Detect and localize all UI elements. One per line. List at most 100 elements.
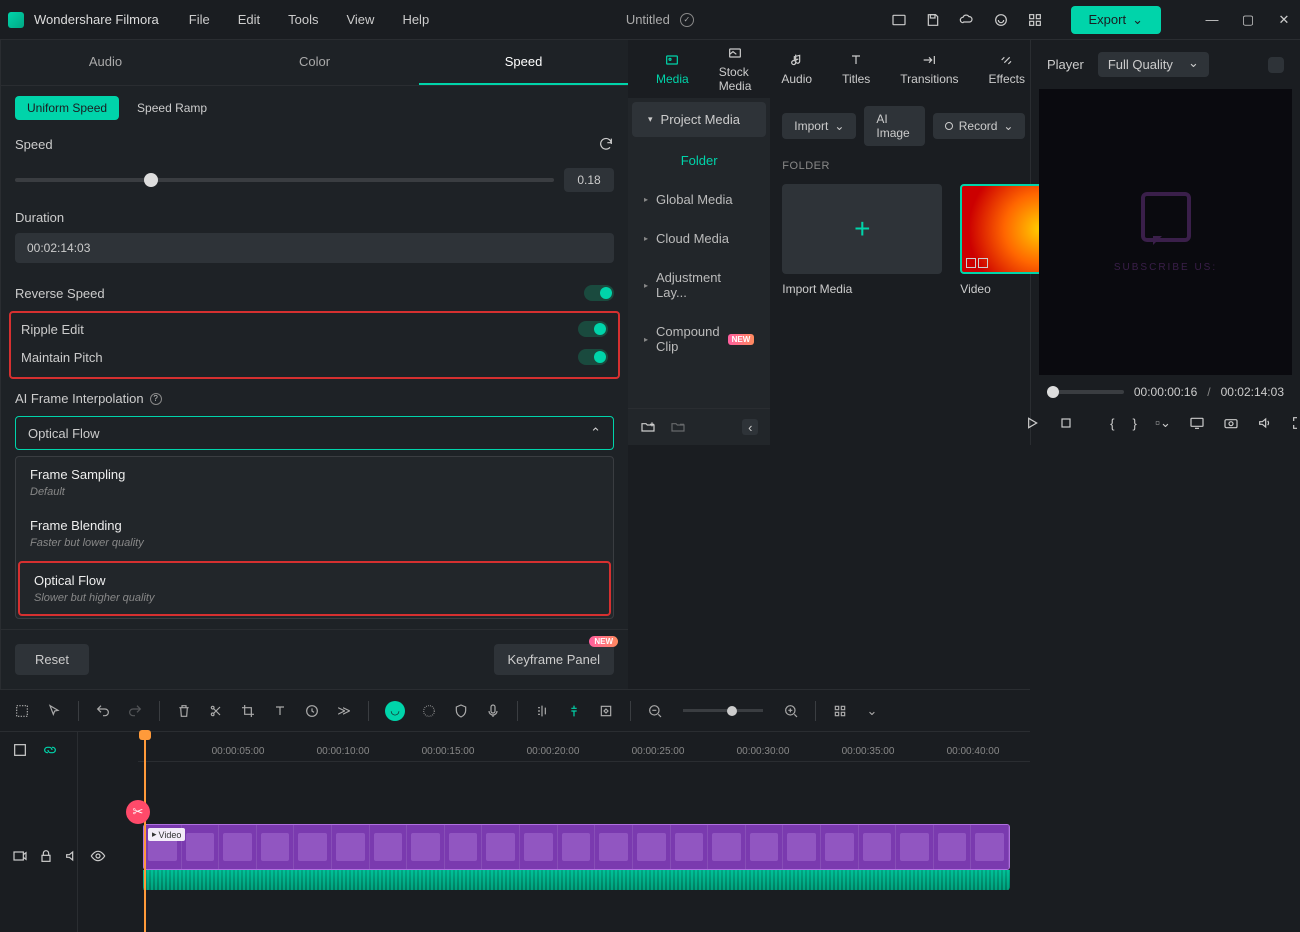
close-icon[interactable]: ✕ [1276, 12, 1292, 28]
ai-image-button[interactable]: AI Image [864, 106, 924, 146]
tab-color[interactable]: Color [210, 40, 419, 85]
marker-icon[interactable] [566, 703, 582, 719]
more-tools-icon[interactable]: ≫ [336, 703, 352, 719]
sidebar-item-adjustment-layer[interactable]: ▸Adjustment Lay... [628, 258, 770, 312]
video-track-icon[interactable] [12, 848, 28, 864]
keyframe-panel-button[interactable]: Keyframe Panel NEW [494, 644, 615, 675]
import-button[interactable]: Import⌄ [782, 113, 856, 139]
delete-icon[interactable] [176, 703, 192, 719]
zoom-in-icon[interactable] [783, 703, 799, 719]
option-optical-flow[interactable]: Optical Flow Slower but higher quality [18, 561, 611, 616]
tab-speed[interactable]: Speed [419, 40, 628, 85]
add-folder-icon[interactable] [640, 419, 656, 435]
minimize-icon[interactable]: — [1204, 12, 1220, 28]
sidebar-item-global-media[interactable]: ▸Global Media [628, 180, 770, 219]
tab-media[interactable]: Media [646, 48, 699, 90]
menu-file[interactable]: File [189, 12, 210, 27]
tab-stock-media[interactable]: Stock Media [709, 41, 762, 97]
mic-icon[interactable] [485, 703, 501, 719]
support-icon[interactable] [993, 12, 1009, 28]
speed-icon[interactable] [304, 703, 320, 719]
option-frame-sampling[interactable]: Frame Sampling Default [16, 457, 613, 508]
tab-titles[interactable]: Titles [832, 48, 880, 90]
zoom-slider[interactable] [683, 709, 763, 712]
ruler-mark: 00:00:20:00 [527, 746, 580, 757]
timeline-toolbar: ≫ ◡ ⌄ [0, 690, 1030, 732]
menu-help[interactable]: Help [402, 12, 429, 27]
reset-button[interactable]: Reset [15, 644, 89, 675]
tab-audio[interactable]: Audio [771, 48, 822, 90]
player-viewport[interactable]: SUBSCRIBE US: [1039, 89, 1292, 375]
link-icon[interactable] [42, 742, 58, 758]
maintain-pitch-toggle[interactable] [578, 349, 608, 365]
maximize-icon[interactable]: ▢ [1240, 12, 1256, 28]
video-track[interactable]: ▸ Video [143, 824, 1010, 870]
grid-icon[interactable] [832, 703, 848, 719]
menu-view[interactable]: View [346, 12, 374, 27]
cloud-icon[interactable] [959, 12, 975, 28]
mark-out-icon[interactable]: } [1133, 415, 1137, 431]
color-icon[interactable] [421, 703, 437, 719]
speed-value[interactable]: 0.18 [564, 168, 614, 192]
pointer-tool-icon[interactable] [46, 703, 62, 719]
record-button[interactable]: Record⌄ [933, 113, 1026, 139]
info-icon[interactable]: ? [150, 393, 162, 405]
option-frame-blending[interactable]: Frame Blending Faster but lower quality [16, 508, 613, 559]
subtab-uniform-speed[interactable]: Uniform Speed [15, 96, 119, 120]
select-tool-icon[interactable] [14, 703, 30, 719]
progress-track[interactable] [1047, 390, 1124, 394]
collapse-sidebar-icon[interactable]: ‹ [742, 419, 758, 435]
tab-audio[interactable]: Audio [1, 40, 210, 85]
export-button[interactable]: Export ⌄ [1071, 6, 1161, 34]
tab-transitions[interactable]: Transitions [890, 48, 968, 90]
subtab-speed-ramp[interactable]: Speed Ramp [129, 96, 215, 120]
crop-dropdown-icon[interactable]: ⌄ [1155, 415, 1171, 431]
menu-tools[interactable]: Tools [288, 12, 318, 27]
keyframe-icon[interactable] [598, 703, 614, 719]
apps-icon[interactable] [1027, 12, 1043, 28]
layout-icon[interactable] [891, 12, 907, 28]
lock-icon[interactable] [38, 848, 54, 864]
volume-icon[interactable] [1257, 415, 1273, 431]
display-icon[interactable] [1189, 415, 1205, 431]
remove-folder-icon[interactable] [670, 419, 686, 435]
sidebar-folder[interactable]: Folder [628, 141, 770, 180]
tab-effects[interactable]: Effects [979, 48, 1035, 90]
shield-icon[interactable] [453, 703, 469, 719]
progress-head[interactable] [1047, 386, 1059, 398]
audio-adjust-icon[interactable] [534, 703, 550, 719]
playhead[interactable] [144, 732, 146, 932]
sidebar-item-cloud-media[interactable]: ▸Cloud Media [628, 219, 770, 258]
speed-slider[interactable] [15, 178, 554, 182]
timeline-ruler[interactable]: 00:00:05:00 00:00:10:00 00:00:15:00 00:0… [138, 732, 1030, 762]
camera-icon[interactable] [1223, 415, 1239, 431]
redo-icon[interactable] [127, 703, 143, 719]
view-dropdown-icon[interactable]: ⌄ [864, 703, 880, 719]
play-icon[interactable] [1024, 415, 1040, 431]
fullscreen-icon[interactable] [1291, 415, 1300, 431]
snapshot-icon[interactable] [1268, 57, 1284, 73]
split-icon[interactable] [208, 703, 224, 719]
sidebar-item-compound-clip[interactable]: ▸Compound ClipNEW [628, 312, 770, 366]
mark-in-icon[interactable]: { [1110, 415, 1114, 431]
stop-icon[interactable] [1058, 415, 1074, 431]
undo-icon[interactable] [95, 703, 111, 719]
quality-dropdown[interactable]: Full Quality [1098, 52, 1209, 77]
interpolation-dropdown[interactable]: Optical Flow ⌃ [15, 416, 614, 450]
zoom-out-icon[interactable] [647, 703, 663, 719]
track-add-icon[interactable] [12, 742, 28, 758]
audio-track[interactable] [143, 870, 1010, 890]
crop-icon[interactable] [240, 703, 256, 719]
reverse-speed-toggle[interactable] [584, 285, 614, 301]
text-icon[interactable] [272, 703, 288, 719]
save-icon[interactable] [925, 12, 941, 28]
menu-edit[interactable]: Edit [238, 12, 260, 27]
reset-speed-icon[interactable] [598, 136, 614, 152]
import-media-tile[interactable]: + Import Media [782, 184, 942, 296]
ai-face-icon[interactable]: ◡ [385, 701, 405, 721]
sidebar-header-project-media[interactable]: ▾ Project Media [632, 102, 766, 137]
cut-handle[interactable]: ✂ [126, 800, 150, 824]
duration-value[interactable]: 00:02:14:03 [15, 233, 614, 263]
ripple-edit-toggle[interactable] [578, 321, 608, 337]
timeline-tracks[interactable]: 00:00:05:00 00:00:10:00 00:00:15:00 00:0… [78, 732, 1030, 932]
